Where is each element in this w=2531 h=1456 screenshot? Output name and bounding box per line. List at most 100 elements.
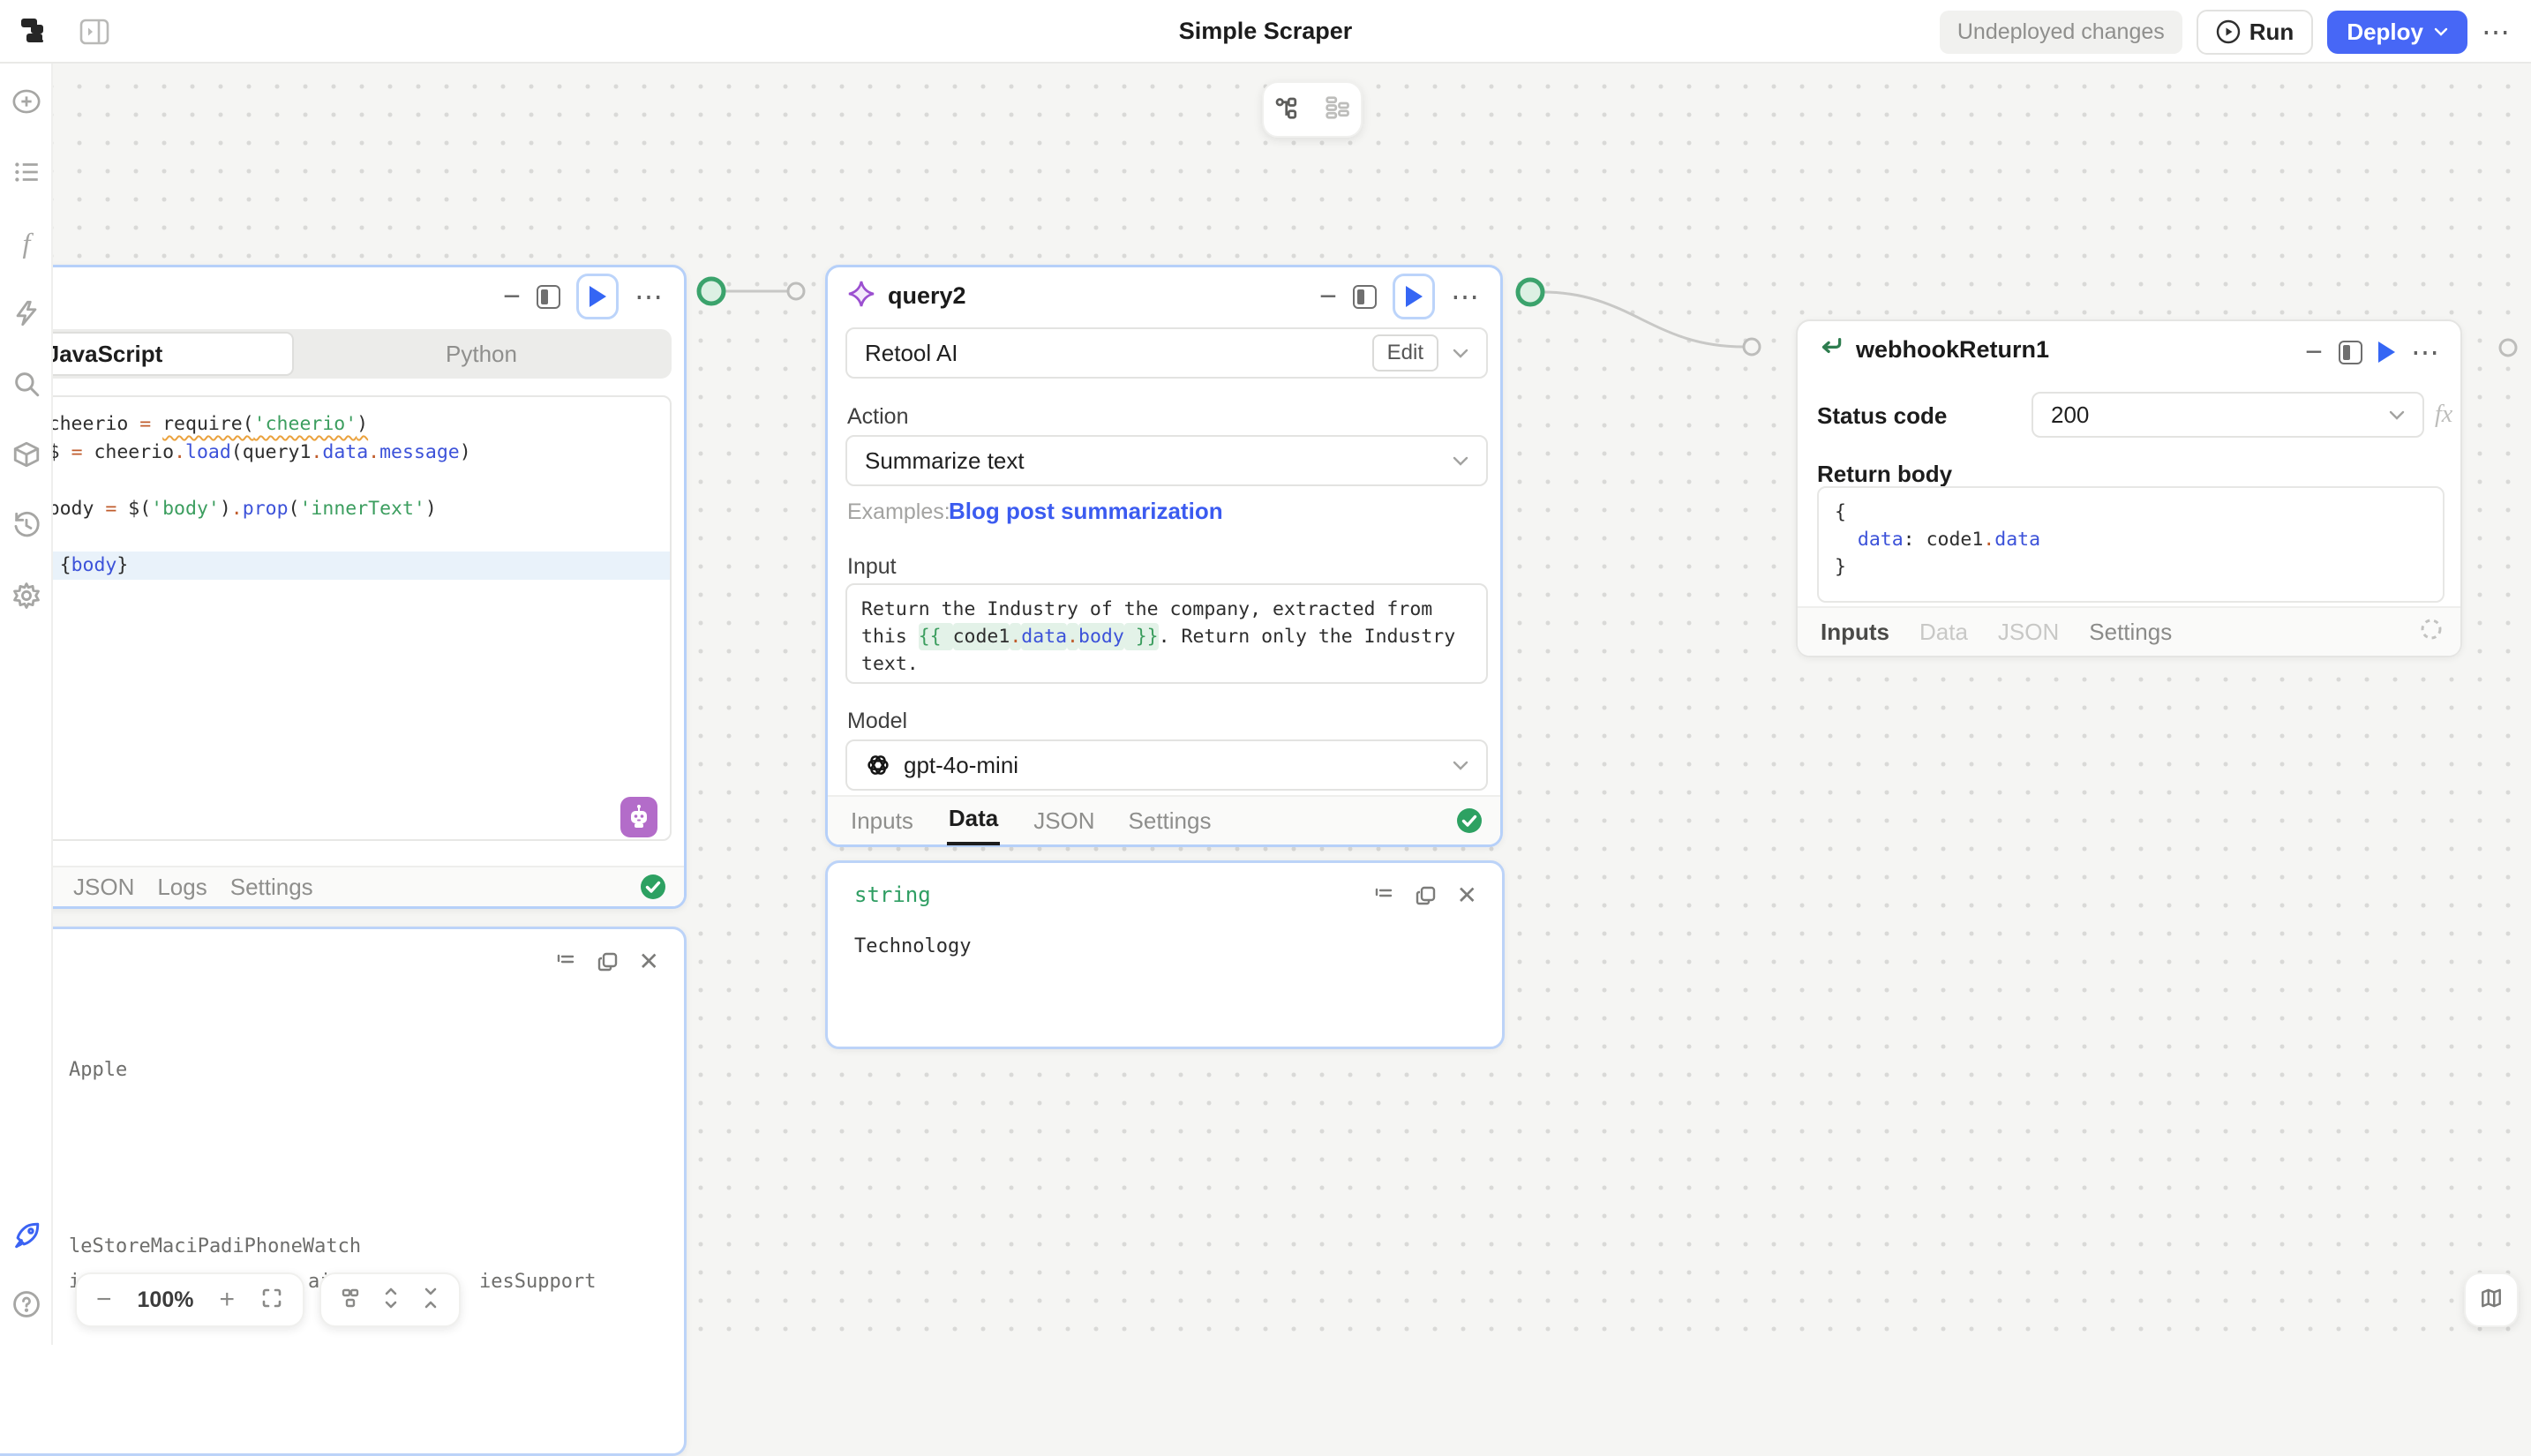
- run-node-button[interactable]: [1393, 274, 1435, 319]
- settings-icon[interactable]: [11, 581, 41, 611]
- resource-value: Retool AI: [865, 340, 958, 367]
- tab-settings[interactable]: Settings: [230, 874, 313, 901]
- expand-raw-icon[interactable]: [1372, 884, 1395, 907]
- tab-python[interactable]: Python: [294, 332, 669, 376]
- close-icon[interactable]: ✕: [1457, 884, 1477, 907]
- node-menu-icon[interactable]: ⋯: [1451, 282, 1481, 311]
- search-icon[interactable]: [11, 369, 41, 399]
- help-icon[interactable]: [11, 1289, 41, 1319]
- return-body-editor[interactable]: { data: code1.data }: [1817, 486, 2445, 603]
- minimize-icon[interactable]: −: [503, 281, 521, 311]
- outline-icon[interactable]: [11, 157, 41, 187]
- list-view-icon[interactable]: [1324, 94, 1350, 125]
- copy-icon[interactable]: [1415, 884, 1438, 907]
- model-select[interactable]: gpt-4o-mini: [845, 739, 1488, 791]
- fit-view-icon[interactable]: [260, 1287, 283, 1314]
- code-node[interactable]: − ⋯ JavaScript Python const cheerio = re…: [0, 265, 687, 909]
- zoom-in-icon[interactable]: +: [219, 1285, 235, 1315]
- result-value: Technology: [854, 935, 971, 957]
- code-line: }: [1835, 553, 2443, 581]
- query2-node[interactable]: query2 − ⋯ Retool AI Edit Action Summari…: [825, 265, 1503, 847]
- tab-inputs[interactable]: Inputs: [851, 807, 913, 835]
- close-icon[interactable]: ✕: [639, 950, 659, 973]
- collapse-all-icon[interactable]: [420, 1286, 441, 1315]
- tab-json[interactable]: JSON: [73, 874, 134, 901]
- action-select[interactable]: Summarize text: [845, 435, 1488, 486]
- open-panel-icon[interactable]: [1353, 285, 1377, 309]
- code-line: [0, 523, 670, 552]
- minimap-button[interactable]: [2464, 1272, 2519, 1327]
- play-icon: [1406, 286, 1423, 307]
- examples-link[interactable]: Blog post summarization: [949, 498, 1223, 525]
- status-code-value: 200: [2051, 402, 2089, 429]
- fx-toggle-icon[interactable]: fx: [2435, 401, 2452, 429]
- status-code-label: Status code: [1817, 402, 1947, 430]
- top-bar: Simple Scraper Undeployed changes Run De…: [0, 0, 2531, 64]
- webhook-return-node[interactable]: webhookReturn1 − ⋯ Status code 200 fx Re…: [1796, 319, 2462, 657]
- code-line: [0, 467, 670, 495]
- add-block-icon[interactable]: [11, 86, 41, 116]
- map-icon: [2479, 1286, 2504, 1315]
- tab-inputs[interactable]: Inputs: [1821, 619, 1889, 646]
- input-label: Input: [847, 554, 897, 580]
- node-menu-icon[interactable]: ⋯: [635, 282, 665, 311]
- auto-layout-icon[interactable]: [340, 1287, 363, 1314]
- panel-actions: ✕: [1372, 884, 1477, 907]
- zoom-level[interactable]: 100%: [138, 1287, 194, 1313]
- resource-select[interactable]: Retool AI Edit: [845, 327, 1488, 379]
- code-editor[interactable]: const cheerio = require('cheerio') const…: [0, 395, 672, 841]
- result-type-label: string: [854, 882, 931, 907]
- triggers-icon[interactable]: [11, 298, 41, 328]
- open-panel-icon[interactable]: [2339, 341, 2362, 364]
- success-check-icon: [640, 874, 666, 900]
- run-node-button[interactable]: [576, 274, 619, 319]
- graph-view-icon[interactable]: [1274, 94, 1301, 125]
- tab-json[interactable]: JSON: [1033, 807, 1094, 835]
- edit-resource-button[interactable]: Edit: [1372, 334, 1438, 372]
- code-line: data: code1.data: [1835, 526, 2443, 553]
- result-row: Apple: [69, 1059, 127, 1081]
- tab-json[interactable]: JSON: [1998, 619, 2059, 646]
- webhook-footer: Inputs Data JSON Settings: [1798, 606, 2460, 656]
- code-line: const cheerio = require('cheerio'): [0, 410, 670, 439]
- ai-assistant-button[interactable]: [620, 797, 657, 837]
- copy-icon[interactable]: [597, 950, 620, 973]
- chevron-down-icon: [1453, 349, 1468, 358]
- model-label: Model: [847, 709, 907, 734]
- minimize-icon[interactable]: −: [2305, 337, 2323, 367]
- zoom-toolbar: − 100% +: [75, 1272, 304, 1327]
- open-panel-icon[interactable]: [537, 285, 560, 309]
- tab-settings[interactable]: Settings: [2089, 619, 2172, 646]
- tab-data[interactable]: Data: [947, 796, 1000, 845]
- expand-all-icon[interactable]: [380, 1286, 402, 1315]
- run-node-button[interactable]: [2378, 341, 2395, 363]
- history-icon[interactable]: [11, 510, 41, 540]
- status-code-select[interactable]: 200: [2032, 392, 2424, 438]
- examples-label: Examples:: [847, 499, 950, 525]
- play-icon: [590, 286, 606, 307]
- ai-input-field[interactable]: Return the Industry of the company, extr…: [845, 583, 1488, 684]
- chevron-down-icon: [1453, 761, 1468, 770]
- code-node-header-actions: − ⋯: [503, 274, 665, 319]
- deploy-button[interactable]: Deploy: [2327, 11, 2467, 54]
- undeployed-changes-badge: Undeployed changes: [1940, 11, 2182, 54]
- zoom-out-icon[interactable]: −: [96, 1285, 112, 1315]
- success-check-icon: [1456, 807, 1483, 834]
- resources-icon[interactable]: [11, 439, 41, 469]
- minimize-icon[interactable]: −: [1319, 281, 1337, 311]
- canvas-mode-toggle: [1262, 81, 1363, 138]
- node-menu-icon[interactable]: ⋯: [2411, 338, 2441, 366]
- releases-rocket-icon[interactable]: [11, 1220, 41, 1250]
- code-line: {: [1835, 499, 2443, 526]
- tab-logs[interactable]: Logs: [157, 874, 207, 901]
- code-line: const $ = cheerio.load(query1.data.messa…: [0, 439, 670, 467]
- functions-icon[interactable]: f: [11, 228, 41, 258]
- expand-raw-icon[interactable]: [554, 950, 577, 973]
- tab-data[interactable]: Data: [1919, 619, 1968, 646]
- tab-settings[interactable]: Settings: [1129, 807, 1212, 835]
- more-options-icon[interactable]: ⋯: [2482, 15, 2512, 49]
- chevron-down-icon: [1453, 456, 1468, 466]
- result-row-fragment: iesSupport: [479, 1271, 596, 1293]
- run-button[interactable]: Run: [2197, 10, 2314, 55]
- query2-header-actions: − ⋯: [1319, 274, 1481, 319]
